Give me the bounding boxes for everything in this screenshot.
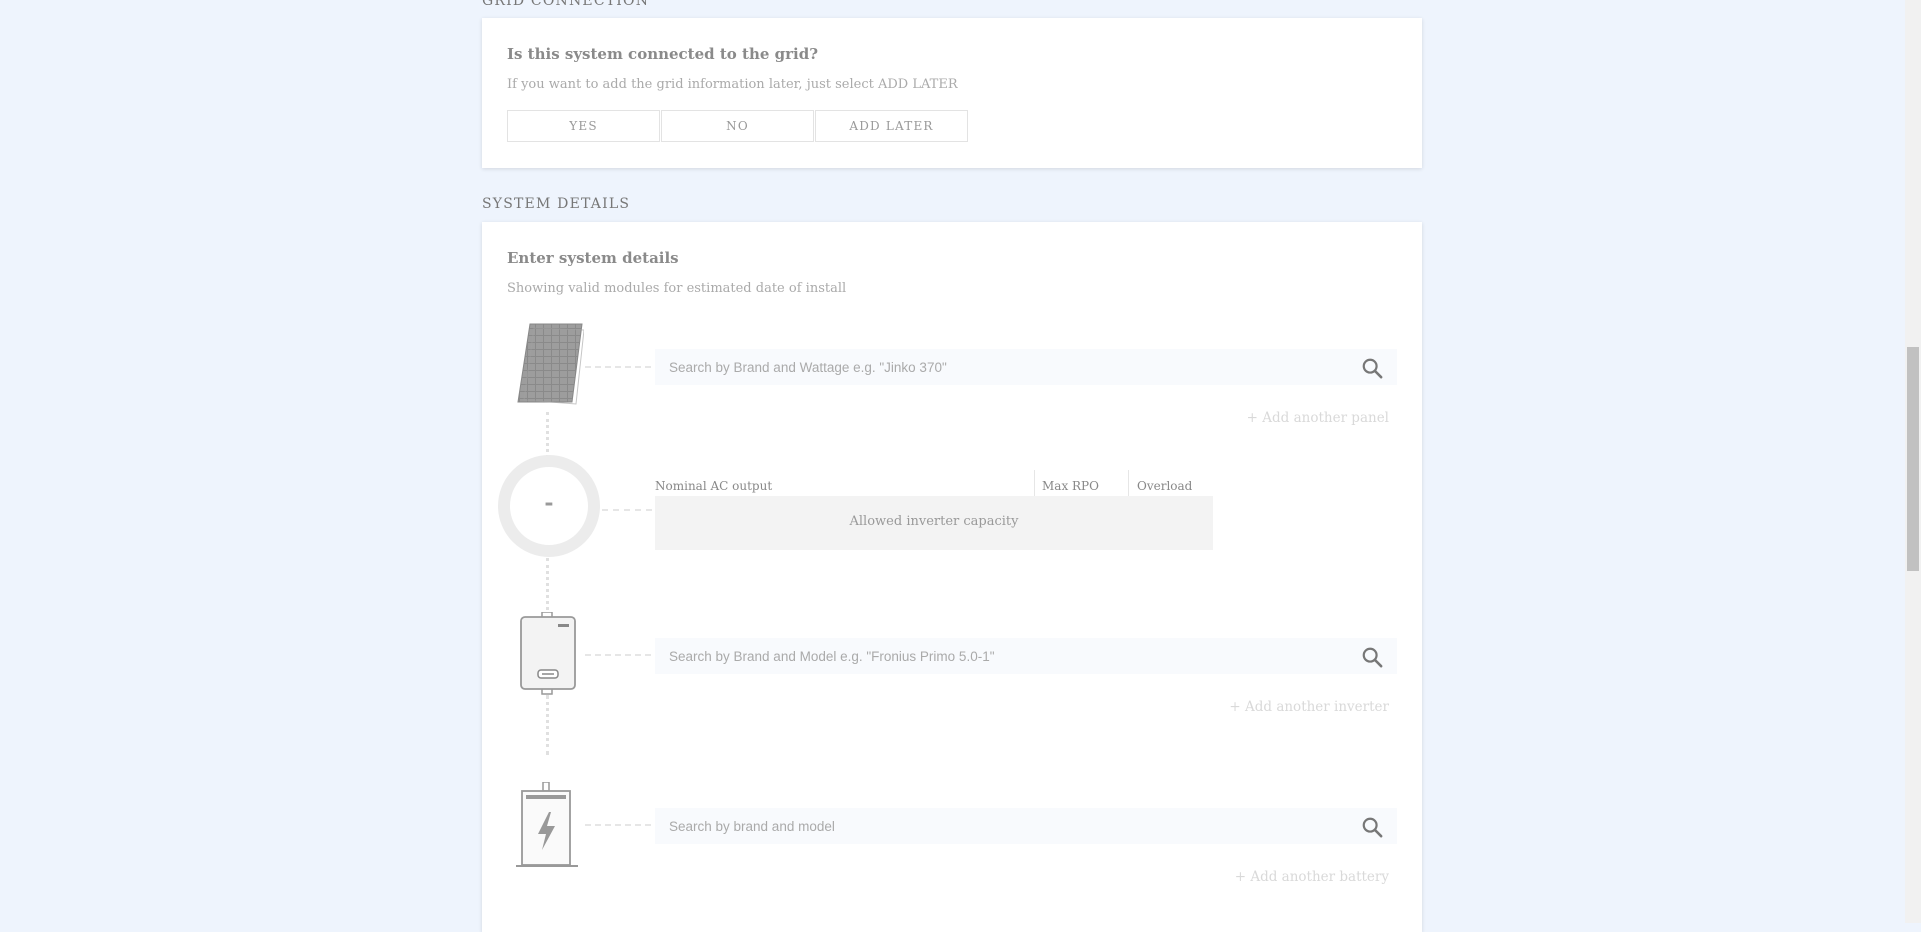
battery-search-box [655,808,1397,844]
column-divider [1034,470,1035,496]
search-icon[interactable] [1361,357,1383,379]
allowed-capacity-bar: Allowed inverter capacity [655,496,1213,550]
overload-label: Overload [1137,479,1193,493]
capacity-dial-value: - [544,490,554,516]
grid-hint: If you want to add the grid information … [507,77,958,92]
panel-search-box [655,349,1397,385]
panel-search-input[interactable] [655,349,1345,385]
nominal-ac-output-label: Nominal AC output [655,479,773,493]
add-inverter-link[interactable]: + Add another inverter [1229,699,1389,715]
grid-add-later-button[interactable]: ADD LATER [815,110,968,142]
inverter-icon [518,611,578,696]
scrollbar-thumb[interactable] [1907,347,1919,571]
grid-connection-card: Is this system connected to the grid? If… [482,18,1422,168]
battery-icon [516,781,578,868]
grid-question: Is this system connected to the grid? [507,45,818,63]
panel-connector [585,366,651,368]
system-details-card: Enter system details Showing valid modul… [482,222,1422,932]
add-battery-link[interactable]: + Add another battery [1235,869,1389,885]
add-panel-link[interactable]: + Add another panel [1247,410,1389,426]
inverter-search-box [655,638,1397,674]
search-icon[interactable] [1361,646,1383,668]
system-title: Enter system details [507,249,679,267]
connector-inverter-battery [546,695,549,755]
allowed-capacity-label: Allowed inverter capacity [849,514,1019,529]
max-rpo-label: Max RPO [1042,479,1099,493]
grid-yes-button[interactable]: YES [507,110,660,142]
dial-connector [602,509,652,511]
system-subtitle: Showing valid modules for estimated date… [507,281,847,296]
grid-no-button[interactable]: NO [661,110,814,142]
search-icon[interactable] [1361,816,1383,838]
column-divider [1128,470,1129,496]
grid-section-heading: GRID CONNECTION [482,0,650,9]
inverter-connector [585,654,651,656]
connector-dial-inverter [546,558,549,610]
battery-search-input[interactable] [655,808,1345,844]
system-section-heading: SYSTEM DETAILS [482,196,631,212]
inverter-search-input[interactable] [655,638,1345,674]
battery-connector [585,824,651,826]
solar-panel-icon [512,322,585,406]
